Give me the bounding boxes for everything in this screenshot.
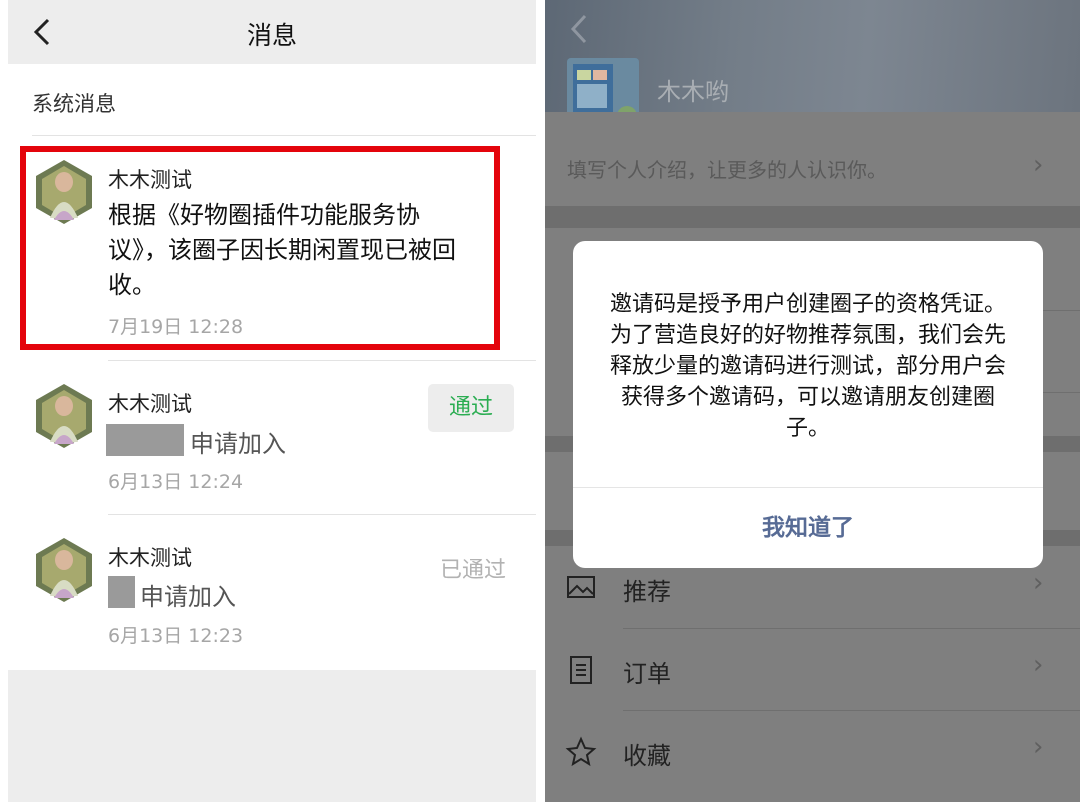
highlight-box (20, 146, 500, 350)
approved-status: 已通过 (440, 558, 507, 583)
divider (623, 628, 1080, 629)
chevron-right-icon: › (1033, 650, 1044, 680)
divider (108, 360, 536, 361)
approve-button[interactable]: 通过 (428, 384, 514, 432)
star-icon (565, 736, 597, 767)
avatar[interactable] (36, 384, 92, 448)
section-title: 系统消息 (32, 92, 116, 116)
messages-screen: 消息 系统消息 木木测试 根据《好物圈插件功能服务协议》，该圈子因长期闲置现已被… (8, 0, 536, 802)
acknowledge-button[interactable]: 我知道了 (573, 488, 1043, 568)
invite-code-dialog: 邀请码是授予用户创建圈子的资格凭证。为了营造良好的好物推荐氛围，我们会先释放少量… (573, 241, 1043, 568)
profile-name: 木木哟 (657, 78, 729, 106)
page-title: 消息 (246, 21, 297, 50)
intro-text: 填写个人介绍，让更多的人认识你。 (567, 158, 887, 182)
redacted-name (108, 576, 135, 608)
avatar[interactable] (36, 538, 92, 602)
image-icon (567, 576, 595, 598)
divider (623, 710, 1080, 711)
sender-name: 木木测试 (108, 546, 192, 570)
chevron-right-icon: › (1033, 150, 1044, 180)
divider (32, 135, 536, 136)
request-text: 申请加入 (140, 583, 236, 611)
message-list: 系统消息 木木测试 根据《好物圈插件功能服务协议》，该圈子因长期闲置现已被回收。… (8, 64, 536, 670)
dialog-message: 邀请码是授予用户创建圈子的资格凭证。为了营造良好的好物推荐氛围，我们会先释放少量… (609, 292, 1006, 441)
order-list-icon (570, 656, 592, 684)
sender-name: 木木测试 (108, 392, 192, 416)
redacted-name (106, 424, 184, 456)
menu-label: 订单 (623, 660, 671, 688)
request-text: 申请加入 (190, 430, 286, 458)
chevron-left-icon[interactable] (567, 12, 591, 46)
message-time: 6月13日 12:24 (108, 471, 244, 493)
chevron-right-icon: › (1033, 732, 1044, 762)
divider (108, 514, 536, 515)
chevron-right-icon: › (1033, 568, 1044, 598)
section-gap (545, 206, 1080, 228)
menu-label: 推荐 (623, 578, 671, 606)
screenshot-composite: 消息 系统消息 木木测试 根据《好物圈插件功能服务协议》，该圈子因长期闲置现已被… (0, 0, 1080, 802)
menu-label: 收藏 (623, 742, 671, 770)
message-time: 6月13日 12:23 (108, 625, 244, 647)
nav-bar: 消息 (8, 0, 536, 64)
